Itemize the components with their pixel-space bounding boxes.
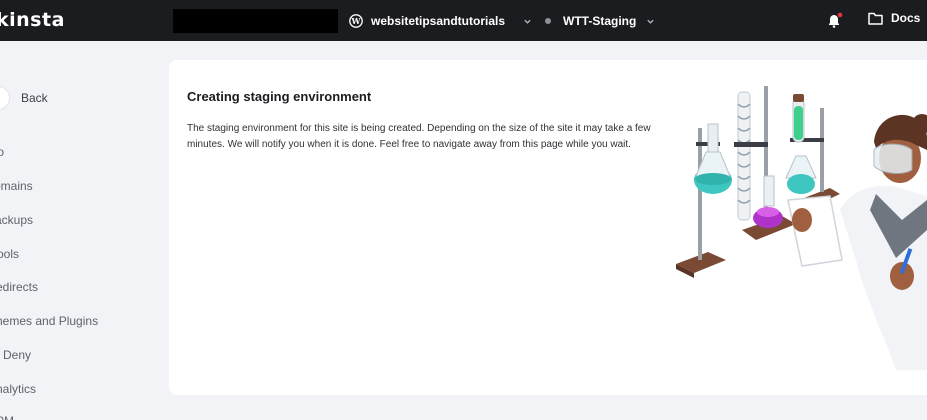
sidebar-item-ip-deny[interactable]: Deny	[3, 348, 31, 362]
sidebar-item-backups[interactable]: ackups	[0, 213, 33, 227]
sidebar-item-themes-and-plugins[interactable]: hemes and Plugins	[0, 314, 98, 328]
sidebar: Back fo omains ackups ools edirects heme…	[0, 41, 160, 420]
back-arrow-icon	[0, 86, 10, 110]
environment-status-dot	[545, 18, 551, 24]
top-navigation-bar: kinsta W websitetipsandtutorials WTT-Sta…	[0, 0, 927, 41]
page-title: Creating staging environment	[187, 89, 372, 104]
site-name: websitetipsandtutorials	[371, 14, 506, 28]
sidebar-item-domains[interactable]: omains	[0, 179, 33, 193]
wordpress-icon: W	[349, 14, 363, 28]
site-selector[interactable]: W websitetipsandtutorials	[349, 10, 532, 32]
sidebar-item-redirects[interactable]: edirects	[0, 280, 38, 294]
bell-icon[interactable]	[827, 12, 843, 29]
kinsta-logo[interactable]: kinsta	[0, 9, 65, 31]
status-message: The staging environment for this site is…	[187, 123, 651, 150]
sidebar-item-info[interactable]: fo	[0, 145, 4, 159]
svg-text:W: W	[351, 16, 362, 26]
docs-link[interactable]: Docs	[868, 11, 920, 25]
back-button[interactable]: Back	[0, 86, 48, 110]
environment-name: WTT-Staging	[563, 14, 637, 28]
notification-dot	[837, 12, 843, 18]
sidebar-item-analytics[interactable]: nalytics	[0, 382, 36, 396]
sidebar-item-apm[interactable]: PM	[0, 414, 14, 420]
folder-icon	[868, 12, 883, 25]
environment-selector[interactable]: WTT-Staging	[545, 10, 655, 32]
chevron-down-icon	[524, 19, 531, 24]
scientist-lab-illustration	[676, 86, 927, 370]
back-label: Back	[21, 91, 48, 105]
chevron-down-icon	[647, 19, 654, 24]
sidebar-item-tools[interactable]: ools	[0, 247, 19, 261]
redacted-search-area	[173, 9, 338, 33]
docs-label: Docs	[891, 11, 921, 25]
